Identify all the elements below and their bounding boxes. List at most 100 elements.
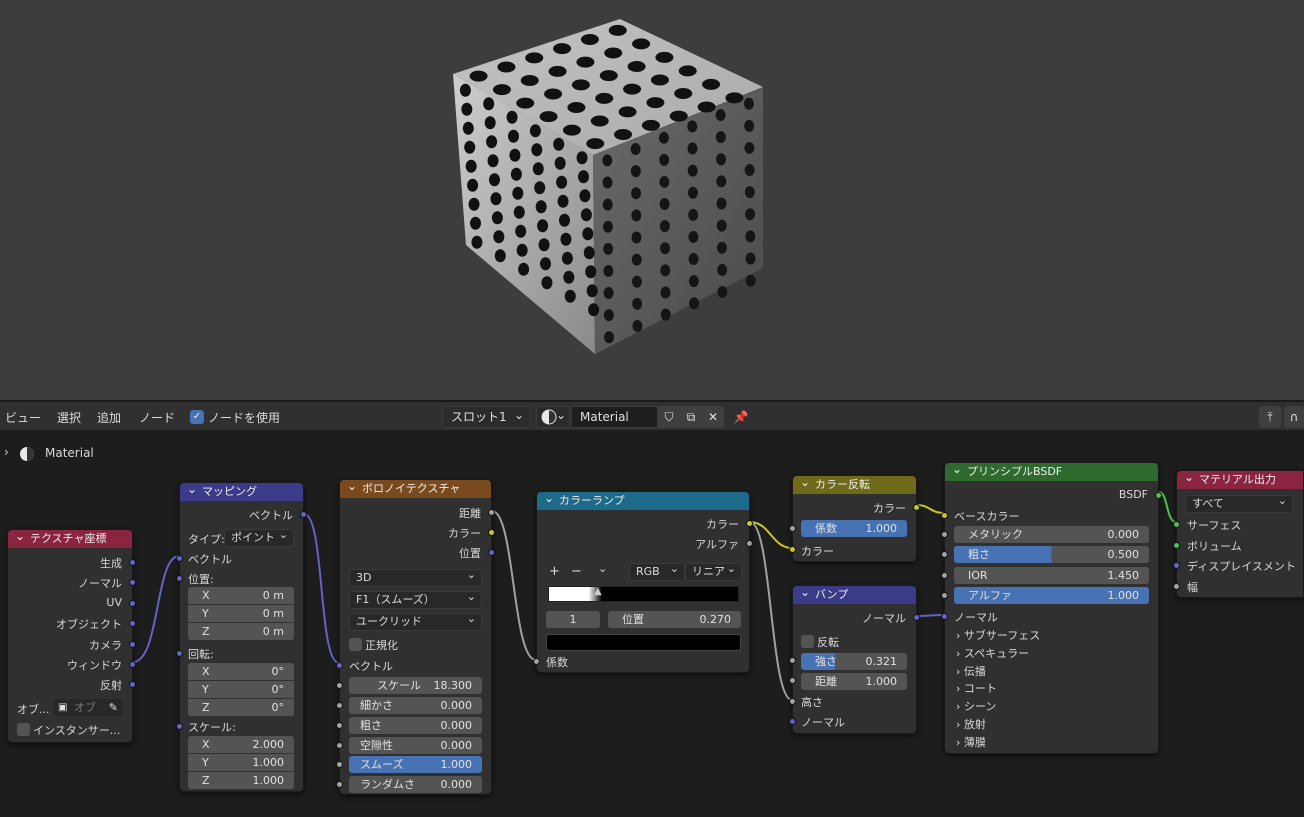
unlink-material-button[interactable]: ✕ [702, 406, 724, 428]
panel-subsurface[interactable]: › サブサーフェス [956, 627, 1040, 643]
node-title[interactable]: プリンシプルBSDF [945, 460, 1158, 481]
panel-transmission[interactable]: › 伝播 [956, 663, 986, 679]
location-x[interactable]: X 0 m [188, 587, 294, 604]
object-picker[interactable]: ▣ オブ ✎ [54, 699, 122, 716]
scale-z[interactable]: Z 1.000 [188, 772, 294, 789]
socket[interactable] [176, 575, 183, 582]
scale-y[interactable]: Y 1.000 [188, 754, 294, 771]
socket[interactable] [789, 718, 796, 725]
roughness-field[interactable]: 粗さ 0.000 [349, 717, 482, 734]
invert-checkbox[interactable] [801, 635, 814, 648]
socket[interactable] [488, 529, 495, 536]
node-title[interactable]: カラーランプ [537, 489, 749, 510]
material-browse-button[interactable]: ⌄ [536, 406, 570, 428]
socket[interactable] [336, 682, 343, 689]
scale-x[interactable]: X 2.000 [188, 736, 294, 753]
target-dropdown[interactable]: すべて [1185, 493, 1293, 513]
add-stop-button[interactable]: + [549, 564, 560, 579]
location-y[interactable]: Y 0 m [188, 605, 294, 622]
panel-thin-film[interactable]: › 薄膜 [956, 734, 986, 750]
remove-stop-button[interactable]: − [571, 564, 582, 579]
socket[interactable] [129, 579, 136, 586]
socket[interactable] [913, 504, 920, 511]
location-z[interactable]: Z 0 m [188, 623, 294, 640]
color-mode-dropdown[interactable]: RGB [629, 561, 685, 581]
scale-field[interactable]: スケール 18.300 [349, 677, 482, 694]
node-editor-canvas[interactable]: › Material テクスチャ座標 生成 ノーマル UV オブジェクト カメラ… [0, 430, 1304, 817]
socket[interactable] [1155, 492, 1162, 499]
type-dropdown[interactable]: ポイント [224, 527, 294, 547]
stop-position-field[interactable]: 位置 0.270 [608, 611, 741, 628]
socket[interactable] [789, 525, 796, 532]
stop-color-swatch[interactable] [546, 634, 741, 651]
socket[interactable] [789, 698, 796, 705]
socket[interactable] [129, 681, 136, 688]
socket[interactable] [941, 572, 948, 579]
socket[interactable] [941, 592, 948, 599]
dimension-dropdown[interactable]: 3D [349, 567, 482, 587]
socket[interactable] [336, 781, 343, 788]
menu-view[interactable]: ビュー [5, 409, 41, 426]
ramp-stop-marker[interactable]: ▲ [581, 586, 589, 597]
socket[interactable] [1173, 521, 1180, 528]
socket[interactable] [336, 702, 343, 709]
slot-dropdown[interactable]: スロット1 ⌄ [442, 406, 530, 428]
alpha-field[interactable]: アルファ 1.000 [954, 587, 1149, 604]
rotation-z[interactable]: Z 0° [188, 699, 294, 716]
socket[interactable] [746, 540, 753, 547]
from-instancer-checkbox[interactable] [17, 723, 30, 736]
panel-specular[interactable]: › スペキュラー [956, 645, 1029, 661]
socket[interactable] [300, 511, 307, 518]
node-principled-bsdf[interactable]: プリンシプルBSDF BSDF ベースカラー メタリック 0.000 粗さ 0.50… [941, 460, 1162, 754]
menu-add[interactable]: 追加 [97, 409, 121, 426]
socket[interactable] [941, 551, 948, 558]
node-title[interactable]: マテリアル出力 [1177, 468, 1303, 489]
socket[interactable] [1173, 542, 1180, 549]
node-voronoi-texture[interactable]: ボロノイテクスチャ 距離 カラー 位置 3D F1（スムーズ） ユークリッド 正… [336, 477, 495, 795]
randomness-field[interactable]: ランダムさ 0.000 [349, 776, 482, 793]
socket[interactable] [789, 546, 796, 553]
active-stop-index[interactable]: 1 [546, 611, 600, 628]
color-ramp-bar[interactable] [548, 586, 739, 602]
socket[interactable] [941, 531, 948, 538]
panel-emission[interactable]: › 放射 [956, 716, 986, 732]
node-title[interactable]: カラー反転 [793, 473, 916, 494]
node-bump[interactable]: バンプ ノーマル 反転 強さ 0.321 距離 1.000 高さ ノーマル [789, 583, 920, 734]
node-material-output[interactable]: マテリアル出力 すべて サーフェス ボリューム ディスプレイスメント 幅 [1173, 468, 1304, 598]
roughness-field[interactable]: 粗さ 0.500 [954, 546, 1149, 563]
ramp-menu-button[interactable]: ⌄ [598, 562, 607, 575]
socket[interactable] [129, 559, 136, 566]
socket[interactable] [176, 650, 183, 657]
socket[interactable] [176, 555, 183, 562]
node-title[interactable]: マッピング [180, 480, 303, 501]
distance-field[interactable]: 距離 1.000 [801, 673, 907, 690]
socket[interactable] [746, 520, 753, 527]
socket[interactable] [941, 512, 948, 519]
snap-button[interactable]: ∩ [1284, 406, 1304, 428]
node-invert-color[interactable]: カラー反転 カラー 係数 1.000 カラー [789, 473, 920, 562]
3d-viewport[interactable] [0, 0, 1304, 400]
rotation-y[interactable]: Y 0° [188, 681, 294, 698]
socket[interactable] [129, 661, 136, 668]
socket[interactable] [789, 677, 796, 684]
socket[interactable] [1173, 583, 1180, 590]
socket[interactable] [488, 509, 495, 516]
socket[interactable] [789, 657, 796, 664]
socket[interactable] [336, 722, 343, 729]
detail-field[interactable]: 細かさ 0.000 [349, 697, 482, 714]
metric-dropdown[interactable]: ユークリッド [349, 611, 482, 631]
smoothness-field[interactable]: スムーズ 1.000 [349, 756, 482, 773]
interpolation-dropdown[interactable]: リニア [685, 561, 742, 581]
socket[interactable] [336, 761, 343, 768]
socket[interactable] [488, 549, 495, 556]
rotation-x[interactable]: X 0° [188, 663, 294, 680]
socket[interactable] [129, 600, 136, 607]
material-name-field[interactable]: Material [571, 406, 658, 428]
node-color-ramp[interactable]: カラーランプ カラー アルファ + − ⌄ RGB リニア ▲ ▲ 1 位置 0.… [533, 489, 753, 673]
socket[interactable] [129, 620, 136, 627]
socket[interactable] [1173, 562, 1180, 569]
node-title[interactable]: ボロノイテクスチャ [340, 477, 491, 498]
lacunarity-field[interactable]: 空隙性 0.000 [349, 737, 482, 754]
menu-select[interactable]: 選択 [57, 409, 81, 426]
socket[interactable] [129, 641, 136, 648]
